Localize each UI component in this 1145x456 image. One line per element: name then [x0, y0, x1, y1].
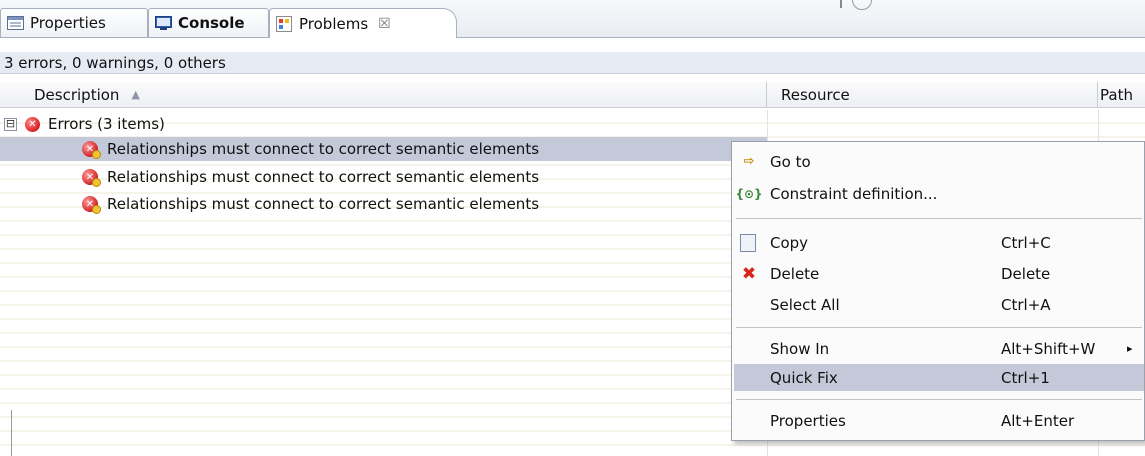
table-row[interactable]: ✕ Relationships must connect to correct …: [0, 137, 767, 161]
properties-icon: [7, 15, 24, 31]
menu-shortcut: Alt+Enter: [1001, 411, 1075, 430]
column-resource[interactable]: Resource: [767, 82, 1098, 107]
sort-ascending-icon: ▲: [131, 88, 140, 101]
menu-item-label: Select All: [770, 295, 840, 314]
group-label: Errors (3 items): [48, 115, 165, 133]
menu-item-label: Delete: [770, 264, 820, 283]
tab-console[interactable]: Console: [148, 8, 269, 37]
error-fixable-icon: ✕: [82, 169, 101, 187]
context-menu: ⇨ Go to {⊙} Constraint definition... Cop…: [731, 141, 1145, 441]
view-border: [11, 410, 12, 456]
menu-separator: [736, 399, 1142, 400]
tab-properties-label: Properties: [30, 14, 106, 32]
menu-item-select-all[interactable]: Select All Ctrl+A: [734, 291, 1144, 318]
menu-item-label: Constraint definition...: [770, 184, 938, 203]
menu-shortcut: Ctrl+A: [1001, 295, 1051, 314]
column-description-label: Description: [34, 85, 120, 104]
tab-console-label: Console: [178, 14, 245, 32]
menu-item-label: Show In: [770, 339, 830, 358]
problem-description: Relationships must connect to correct se…: [107, 140, 540, 158]
menu-item-properties[interactable]: Properties Alt+Enter: [734, 407, 1144, 434]
column-path[interactable]: Path: [1098, 82, 1145, 107]
menu-item-show-in[interactable]: Show In Alt+Shift+W ▸: [734, 335, 1144, 362]
menu-item-label: Properties: [770, 411, 846, 430]
error-icon: ✕: [25, 116, 40, 132]
problem-description: Relationships must connect to correct se…: [107, 195, 540, 213]
close-icon[interactable]: ☒: [378, 16, 391, 32]
menu-item-delete[interactable]: ✖ Delete Delete: [734, 260, 1144, 287]
table-row[interactable]: ✕ Relationships must connect to correct …: [0, 165, 767, 189]
menu-item-go-to[interactable]: ⇨ Go to: [734, 148, 1144, 175]
menu-item-label: Quick Fix: [770, 368, 838, 387]
tab-problems-label: Problems: [299, 14, 369, 33]
tree-group-errors[interactable]: ⊟ ✕ Errors (3 items): [0, 112, 767, 136]
column-description[interactable]: Description ▲: [0, 82, 767, 107]
view-tab-bar: Properties Console Problems ☒: [0, 0, 1145, 38]
column-resource-label: Resource: [781, 85, 850, 104]
delete-icon: ✖: [741, 263, 757, 284]
menu-item-copy[interactable]: Copy Ctrl+C: [734, 229, 1144, 256]
collapse-icon[interactable]: ⊟: [4, 117, 17, 131]
table-row[interactable]: ✕ Relationships must connect to correct …: [0, 192, 767, 216]
error-fixable-icon: ✕: [82, 141, 101, 159]
tab-properties[interactable]: Properties: [0, 8, 148, 37]
toolbar-decoration: [840, 0, 882, 10]
problems-summary: 3 errors, 0 warnings, 0 others: [0, 52, 1145, 74]
column-path-label: Path: [1100, 85, 1133, 104]
menu-item-label: Copy: [770, 233, 809, 252]
submenu-arrow-icon: ▸: [1127, 342, 1133, 355]
copy-icon: [740, 233, 756, 252]
menu-separator: [736, 218, 1142, 219]
error-fixable-icon: ✕: [82, 196, 101, 214]
menu-shortcut: Delete: [1001, 264, 1051, 283]
menu-shortcut: Ctrl+1: [1001, 368, 1050, 387]
constraint-icon: {⊙}: [735, 186, 763, 201]
problem-description: Relationships must connect to correct se…: [107, 168, 540, 186]
menu-separator: [736, 327, 1142, 328]
menu-shortcut: Alt+Shift+W: [1001, 339, 1096, 358]
problems-icon: [276, 16, 293, 32]
menu-shortcut: Ctrl+C: [1001, 233, 1051, 252]
menu-item-constraint-definition[interactable]: {⊙} Constraint definition...: [734, 180, 1144, 207]
menu-item-label: Go to: [770, 152, 811, 171]
console-icon: [155, 15, 172, 31]
tab-problems[interactable]: Problems ☒: [269, 8, 457, 38]
table-header: Description ▲ Resource Path: [0, 82, 1145, 108]
go-to-icon: ⇨: [743, 154, 755, 169]
menu-item-quick-fix[interactable]: Quick Fix Ctrl+1: [734, 364, 1144, 391]
